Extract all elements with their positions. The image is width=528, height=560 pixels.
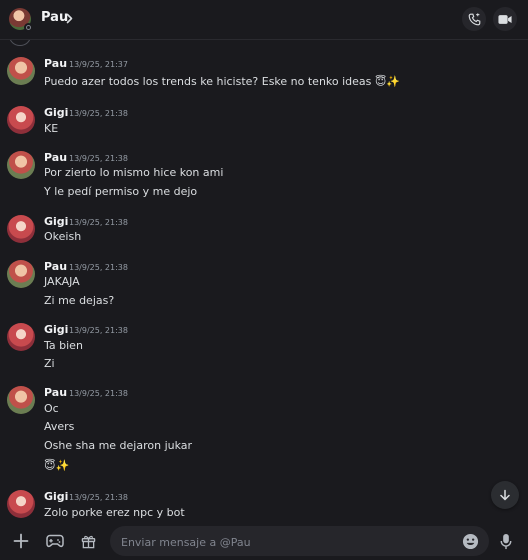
avatar[interactable] (7, 490, 35, 518)
voice-call-button[interactable] (462, 7, 486, 31)
message-author[interactable]: Gigi (44, 215, 68, 229)
message-text: Oshe sha me dejaron jukar (44, 439, 193, 452)
message-text: Por zierto lo mismo hice kon ami (44, 166, 224, 179)
message-author[interactable]: Pau (44, 386, 67, 400)
emoji-button[interactable] (460, 531, 480, 551)
header-avatar[interactable] (9, 8, 33, 32)
message-author[interactable]: Gigi (44, 323, 68, 337)
message-author[interactable]: Pau (44, 151, 67, 165)
message-list[interactable]: Pau 13/9/25, 21:37 Puedo azer todos los … (0, 40, 528, 522)
message-emoji: 😇✨ (44, 459, 70, 472)
microphone-icon (500, 533, 512, 549)
message-author[interactable]: Pau (44, 57, 67, 71)
video-camera-icon (498, 14, 512, 24)
message-text: Ta bien (44, 339, 83, 352)
message-timestamp: 13/9/25, 21:38 (69, 109, 128, 118)
message-text: Oc (44, 402, 59, 415)
message-timestamp: 13/9/25, 21:37 (69, 60, 128, 69)
avatar[interactable] (7, 386, 35, 414)
emoji-smile-icon (462, 533, 478, 549)
voice-message-button[interactable] (494, 529, 518, 553)
previous-message-avatar (9, 40, 31, 46)
message-text: Okeish (44, 230, 82, 243)
chat-header: Pau (0, 0, 528, 40)
message-timestamp: 13/9/25, 21:38 (69, 263, 128, 272)
activities-button[interactable] (43, 529, 67, 553)
gift-icon (81, 535, 95, 548)
message-input[interactable] (119, 526, 453, 558)
message-input-box[interactable] (110, 526, 489, 558)
gift-button[interactable] (76, 529, 100, 553)
header-title[interactable]: Pau (41, 10, 68, 25)
message-text: KE (44, 122, 59, 135)
message-text: Puedo azer todos los trends ke hiciste? … (44, 75, 401, 88)
scroll-to-bottom-button[interactable] (491, 481, 519, 509)
message-composer (0, 522, 528, 560)
message-text: Avers (44, 420, 75, 433)
message-text: JAKAJA (44, 275, 80, 288)
avatar[interactable] (7, 215, 35, 243)
message-author[interactable]: Gigi (44, 490, 68, 504)
message-text: Zi me dejas? (44, 294, 115, 307)
message-timestamp: 13/9/25, 21:38 (69, 493, 128, 502)
message-author[interactable]: Pau (44, 260, 67, 274)
plus-icon (13, 533, 29, 549)
avatar[interactable] (7, 323, 35, 351)
avatar[interactable] (7, 260, 35, 288)
message-timestamp: 13/9/25, 21:38 (69, 326, 128, 335)
message-timestamp: 13/9/25, 21:38 (69, 389, 128, 398)
message-timestamp: 13/9/25, 21:38 (69, 154, 128, 163)
message-text: Zolo porke erez npc y bot (44, 506, 185, 519)
dm-chat-window: Pau Pau 13/9/25, 21:37 Puedo azer todos … (0, 0, 528, 560)
add-attachment-button[interactable] (9, 529, 33, 553)
avatar[interactable] (7, 106, 35, 134)
message-text: Zi (44, 357, 55, 370)
message-author[interactable]: Gigi (44, 106, 68, 120)
message-text: Y le pedí permiso y me dejo (44, 185, 198, 198)
avatar[interactable] (7, 57, 35, 85)
gamepad-icon (46, 534, 64, 548)
offline-status-icon (24, 23, 33, 32)
phone-icon (468, 12, 480, 25)
message-timestamp: 13/9/25, 21:38 (69, 218, 128, 227)
avatar[interactable] (7, 151, 35, 179)
arrow-down-icon (500, 489, 510, 501)
video-call-button[interactable] (493, 7, 517, 31)
chevron-right-icon[interactable] (66, 13, 73, 24)
